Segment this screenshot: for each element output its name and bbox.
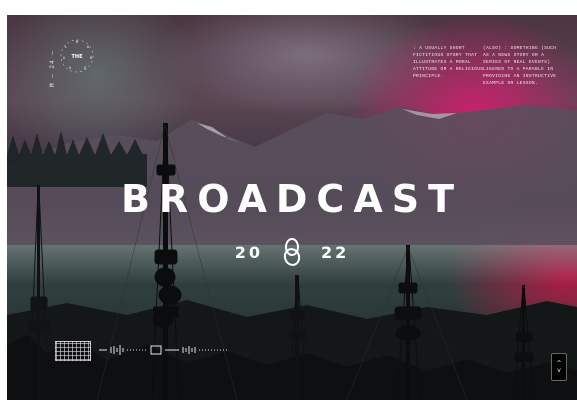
badge-letter: O bbox=[69, 67, 72, 71]
knot-logo-icon bbox=[283, 238, 301, 266]
badge-letter: A bbox=[87, 46, 90, 50]
chevron-up-icon: ^ bbox=[556, 359, 562, 367]
scroll-nav-button[interactable]: ^ v bbox=[551, 353, 567, 381]
badge-letter: M bbox=[76, 41, 79, 45]
badge-center: THE bbox=[71, 54, 83, 60]
year-right-digits: 22 bbox=[321, 242, 350, 262]
definition-text-left: : A USUALLY SHORT FICTITIOUS STORY THAT … bbox=[413, 46, 484, 79]
chevron-down-icon: v bbox=[557, 366, 561, 374]
poster-title: BROADCAST bbox=[120, 177, 464, 221]
badge-letter: L bbox=[65, 46, 68, 50]
badge-letter: R bbox=[90, 57, 93, 61]
definition-text-right: (ALSO) : SOMETHING (SUCH AS A NEWS STORY… bbox=[483, 46, 557, 86]
vertical-label: M — 24 — bbox=[49, 50, 56, 87]
waveform-graphic bbox=[99, 345, 229, 355]
grid-graphic bbox=[55, 341, 91, 361]
badge-letter: U bbox=[63, 57, 66, 61]
year-lockup: 20 22 bbox=[7, 235, 577, 269]
year-left-digits: 20 bbox=[234, 242, 263, 262]
poster: M A R S O U L THE M — 24 — : A USUALLY S… bbox=[7, 15, 577, 400]
circular-badge-logo: M A R S O U L THE bbox=[60, 39, 94, 73]
